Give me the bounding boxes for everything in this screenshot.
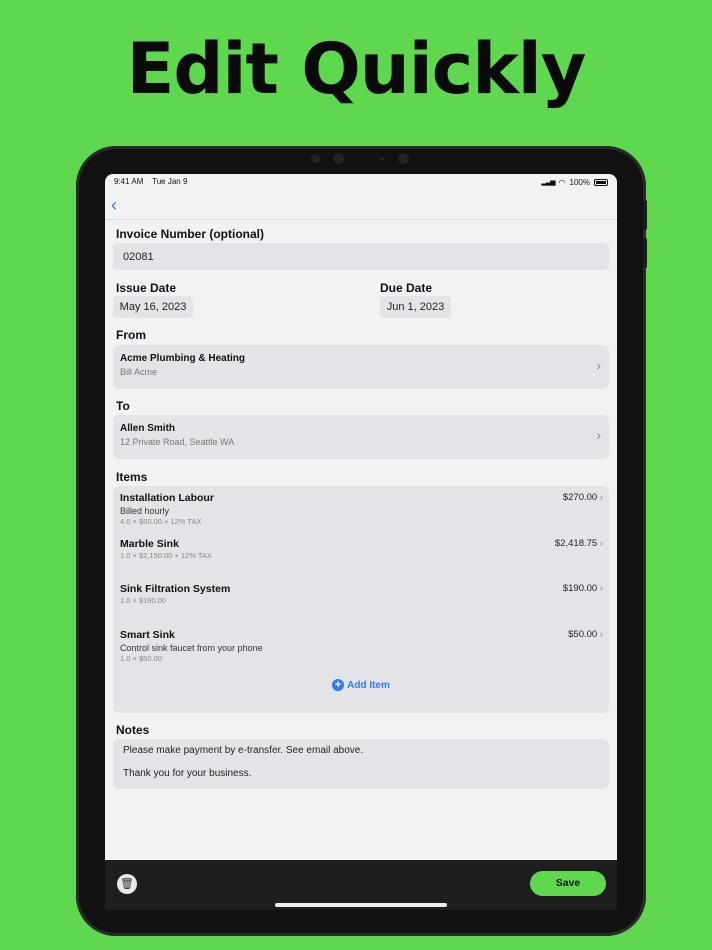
trash-icon[interactable]: 🗑 [117,874,137,894]
item-price-value: $190.00 [562,583,598,594]
chevron-right-icon: › [599,583,603,594]
nav-bar: ‹ [105,190,617,220]
to-sub: 12 Private Road, Seattle WA [120,437,235,447]
items-card: Installation Labour Billed hourly 4.0 × … [113,486,609,713]
item-price-value: $50.00 [568,629,598,640]
item-price: $190.00 › [563,583,603,594]
notes-label: Notes [116,723,150,737]
add-item-label: Add Item [347,679,390,691]
list-item[interactable]: Marble Sink 1.0 × $2,150.00 + 12% TAX $2… [120,538,603,560]
volume-up-button [643,200,647,230]
item-desc: Billed hourly [120,506,170,516]
chevron-right-icon: › [599,538,603,549]
camera-bar [305,152,415,164]
sensor-dot-icon [380,157,384,161]
camera-icon [398,153,409,164]
item-meta: 4.0 × $60.00 + 12% TAX [120,517,202,526]
home-indicator[interactable] [275,903,447,907]
chevron-right-icon: › [599,629,603,640]
list-item[interactable]: Installation Labour Billed hourly 4.0 × … [120,492,603,526]
invoice-number-field[interactable]: 02081 [113,243,609,270]
items-label: Items [116,470,148,484]
invoice-number-value: 02081 [123,250,154,263]
sensor-icon [311,154,320,163]
item-meta: 1.0 × $50.00 [120,654,162,663]
notes-line-2: Thank you for your business. [123,768,252,779]
chevron-right-icon: › [599,492,603,503]
from-label: From [116,328,146,342]
to-label: To [116,399,130,413]
wifi-icon: ◠ [558,177,566,187]
from-name: Acme Plumbing & Heating [120,353,246,364]
back-chevron-icon[interactable]: ‹ [111,195,131,215]
due-date-label: Due Date [380,281,433,295]
list-item[interactable]: Smart Sink Control sink faucet from your… [120,629,603,663]
add-item-button[interactable]: + Add Item [113,679,609,691]
issue-date-picker[interactable]: May 16, 2023 [113,296,193,318]
due-date-picker[interactable]: Jun 1, 2023 [380,296,451,318]
list-item[interactable]: Sink Filtration System 1.0 × $190.00 $19… [120,583,603,605]
status-date: Tue Jan 9 [152,177,188,186]
volume-down-button [643,238,647,268]
to-name: Allen Smith [120,423,176,434]
item-price: $270.00 › [563,492,603,503]
issue-date-label: Issue Date [116,281,177,295]
item-price-value: $2,418.75 [554,538,598,549]
due-date-value: Jun 1, 2023 [386,301,445,313]
issue-date-value: May 16, 2023 [119,301,187,313]
status-bar: 9:41 AM Tue Jan 9 ▂▃▅ ◠ 100% [105,174,617,190]
from-row[interactable]: Acme Plumbing & Heating Bill Acme › [113,345,609,389]
to-row[interactable]: Allen Smith 12 Private Road, Seattle WA … [113,415,609,459]
notes-line-1: Please make payment by e-transfer. See e… [123,745,364,756]
signal-icon: ▂▃▅ [541,179,555,186]
chevron-right-icon: › [596,427,601,443]
item-name: Sink Filtration System [120,583,231,595]
item-name: Smart Sink [120,629,175,641]
battery-icon [594,178,608,186]
item-meta: 1.0 × $2,150.00 + 12% TAX [120,551,212,560]
chevron-right-icon: › [596,357,601,373]
camera-icon [333,153,344,164]
item-desc: Control sink faucet from your phone [120,643,263,653]
from-sub: Bill Acme [120,367,158,377]
plus-circle-icon: + [332,679,345,691]
item-price: $50.00 › [568,629,603,640]
item-name: Installation Labour [120,492,214,504]
notes-field[interactable]: Please make payment by e-transfer. See e… [113,739,609,789]
item-price-value: $270.00 [562,492,598,503]
invoice-number-label: Invoice Number (optional) [116,227,265,241]
status-time: 9:41 AM [114,177,144,186]
headline: Edit Quickly [126,28,587,110]
battery-percent: 100% [569,177,590,187]
item-name: Marble Sink [120,538,179,550]
app-screen: 9:41 AM Tue Jan 9 ▂▃▅ ◠ 100% ‹ Invoice N… [105,174,617,860]
save-button[interactable]: Save [530,871,606,896]
item-price: $2,418.75 › [555,538,603,549]
item-meta: 1.0 × $190.00 [120,596,167,605]
